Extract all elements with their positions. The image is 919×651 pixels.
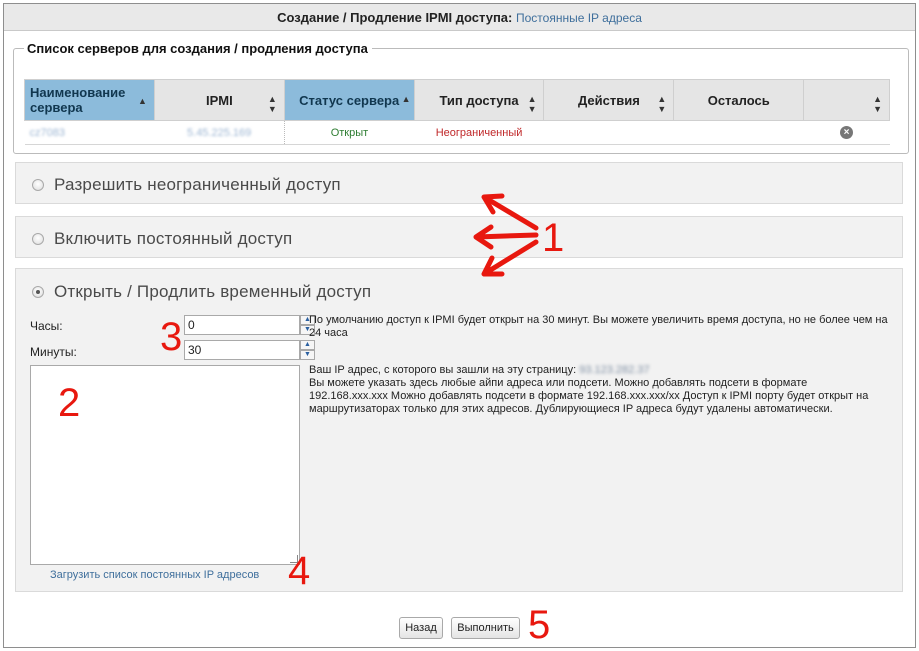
- servers-fieldset: Список серверов для создания / продления…: [13, 41, 909, 154]
- radio-temporary[interactable]: [32, 286, 44, 298]
- spin-up-icon[interactable]: ▲: [300, 340, 315, 350]
- load-permanent-ip-link[interactable]: Загрузить список постоянных IP адресов: [50, 569, 259, 581]
- sort-icon: ▲ ▼: [873, 94, 882, 114]
- annotation-number-2: 2: [58, 381, 81, 425]
- ipmi-address: 5.45.225.169: [187, 126, 252, 139]
- radio-permanent[interactable]: [32, 233, 44, 245]
- status-badge: Открыт: [330, 126, 369, 139]
- column-header-actions[interactable]: Действия ▲ ▼: [543, 79, 675, 121]
- option-unlimited-label: Разрешить неограниченный доступ: [54, 175, 341, 194]
- column-header-label: Действия: [577, 92, 640, 108]
- page-title: Создание / Продление IPMI доступа:: [277, 10, 513, 25]
- minutes-label: Минуты:: [30, 345, 77, 359]
- back-button[interactable]: Назад: [399, 617, 443, 639]
- option-unlimited-panel[interactable]: Разрешить неограниченный доступ: [15, 162, 903, 204]
- minutes-input[interactable]: 30 ▲ ▼: [184, 340, 315, 360]
- hours-value[interactable]: 0: [188, 318, 195, 332]
- annotation-number-5: 5: [528, 603, 551, 647]
- column-header-ipmi[interactable]: IPMI ▲ ▼: [153, 79, 285, 121]
- access-type: Неограниченный: [435, 126, 523, 139]
- hours-label: Часы:: [30, 319, 63, 333]
- help-subnets: Вы можете указать здесь любые айпи адрес…: [309, 377, 869, 415]
- server-name[interactable]: cz7083: [30, 127, 65, 139]
- spin-down-icon[interactable]: ▼: [300, 350, 315, 360]
- annotation-number-3: 3: [160, 315, 183, 359]
- column-header-access-type[interactable]: Тип доступа ▲ ▼: [413, 79, 545, 121]
- column-header-label: Статус сервера: [299, 92, 400, 108]
- execute-button[interactable]: Выполнить: [451, 617, 520, 639]
- column-header-label: IPMI: [206, 92, 233, 108]
- your-ip-label: Ваш IP адрес, с которого вы зашли на эту…: [309, 364, 577, 376]
- page-title-bar: Создание / Продление IPMI доступа: Посто…: [4, 4, 915, 31]
- sort-icon: ▲ ▼: [657, 94, 667, 114]
- annotation-arrow-upper: [481, 193, 539, 231]
- annotation-number-1: 1: [542, 216, 565, 260]
- sort-icon: ▲ ▼: [267, 94, 277, 114]
- server-name-cell[interactable]: cz7083: [24, 120, 155, 145]
- column-header-extra[interactable]: ▲ ▼: [803, 79, 890, 121]
- actions-cell: [543, 120, 674, 145]
- option-permanent-panel[interactable]: Включить постоянный доступ: [15, 216, 903, 258]
- radio-unlimited[interactable]: [32, 179, 44, 191]
- sort-asc-icon: ▲: [401, 94, 411, 104]
- sort-icon: ▲ ▼: [527, 94, 537, 114]
- remove-circle-icon[interactable]: ×: [840, 126, 854, 139]
- your-ip-value: 93.123.282.37: [579, 364, 650, 376]
- access-type-cell: Неограниченный: [414, 120, 544, 145]
- option-temporary-panel: Открыть / Продлить временный доступ Часы…: [15, 268, 903, 592]
- annotation-arrows: [473, 193, 539, 277]
- remaining-cell: [673, 120, 804, 145]
- table-row: cz7083 5.45.225.169 Открыт Неограниченны…: [24, 120, 890, 145]
- ipmi-cell: 5.45.225.169: [154, 120, 285, 145]
- option-permanent[interactable]: Включить постоянный доступ: [32, 229, 292, 249]
- remove-cell: ×: [803, 120, 890, 145]
- option-permanent-label: Включить постоянный доступ: [54, 229, 293, 248]
- option-temporary-label: Открыть / Продлить временный доступ: [54, 282, 372, 301]
- column-header-status[interactable]: Статус сервера ▲: [283, 79, 415, 121]
- column-header-label: Тип доступа: [439, 92, 519, 108]
- help-default-time: По умолчанию доступ к IPMI будет открыт …: [309, 314, 888, 339]
- minutes-spinner[interactable]: ▲ ▼: [300, 340, 315, 360]
- column-header-server-name[interactable]: Наименование сервера ▲: [24, 79, 155, 121]
- servers-legend: Список серверов для создания / продления…: [24, 41, 372, 56]
- status-cell: Открыт: [283, 120, 415, 145]
- servers-table: Наименование сервера ▲ IPMI ▲ ▼ Статус се…: [24, 79, 890, 145]
- sort-asc-icon: ▲: [138, 96, 147, 106]
- option-temporary[interactable]: Открыть / Продлить временный доступ: [32, 282, 371, 302]
- your-ip-line: Ваш IP адрес, с которого вы зашли на эту…: [309, 364, 889, 377]
- column-header-remaining: Осталось: [673, 79, 805, 121]
- column-header-label: Осталось: [707, 92, 770, 108]
- permanent-ip-link[interactable]: Постоянные IP адреса: [516, 11, 642, 25]
- hours-input[interactable]: 0 ▲ ▼: [184, 315, 315, 335]
- annotation-arrow-middle: [473, 224, 539, 250]
- annotation-number-4: 4: [288, 549, 311, 593]
- option-unlimited[interactable]: Разрешить неограниченный доступ: [32, 175, 341, 195]
- column-header-label: Наименование сервера: [30, 85, 126, 115]
- minutes-value[interactable]: 30: [188, 343, 201, 357]
